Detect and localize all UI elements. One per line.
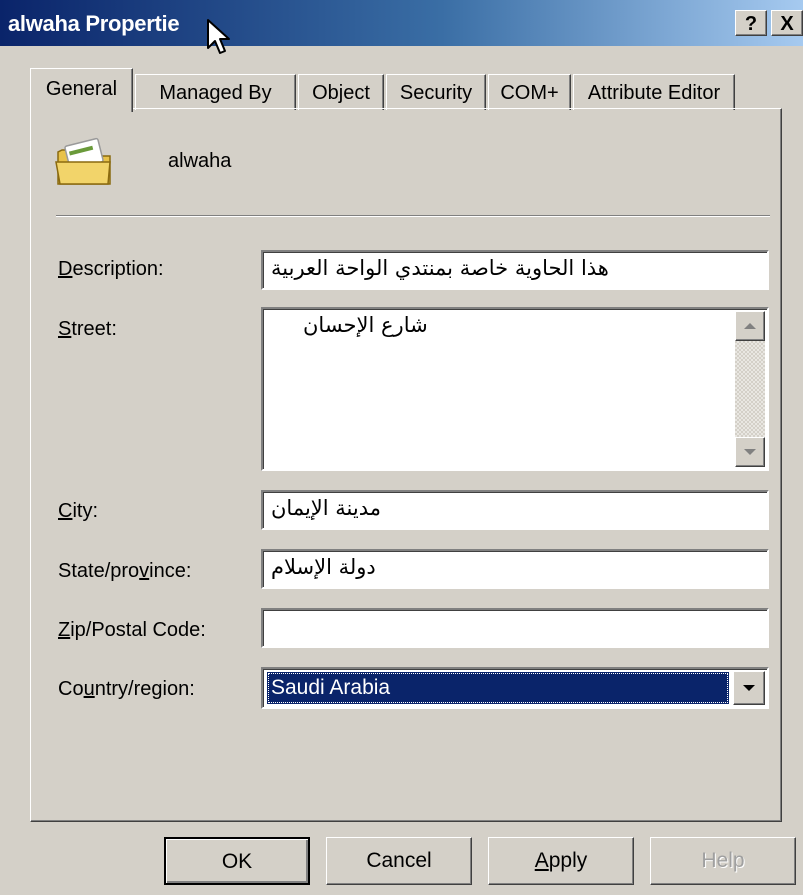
city-label: City: (58, 500, 99, 522)
cancel-button[interactable]: Cancel (326, 837, 472, 885)
country-selected-value: Saudi Arabia (267, 672, 729, 704)
state-province-field[interactable]: دولة الإسلام (261, 549, 769, 589)
street-scrollbar[interactable] (735, 311, 765, 467)
tab-security[interactable]: Security (386, 74, 486, 110)
help-title-button[interactable]: ? (735, 10, 767, 36)
zip-label: Zip/Postal Code: (58, 619, 206, 641)
dropdown-arrow-icon[interactable] (733, 671, 765, 705)
window-title: alwaha Propertie (8, 11, 180, 36)
street-text: شارع الإحسان (303, 313, 428, 337)
street-textarea[interactable]: شارع الإحسان (261, 307, 769, 471)
properties-dialog: alwaha Propertie ? X General Managed By … (0, 0, 803, 895)
country-label: Country/region: (58, 678, 195, 700)
folder-icon (55, 137, 111, 185)
mouse-cursor-icon (207, 19, 230, 54)
help-button[interactable]: Help (650, 837, 796, 885)
ok-button[interactable]: OK (164, 837, 310, 885)
tab-object[interactable]: Object (298, 74, 384, 110)
state-label: State/province: (58, 560, 192, 582)
city-field[interactable]: مدينة الإيمان (261, 490, 769, 530)
title-bar[interactable]: alwaha Propertie ? X (0, 0, 803, 54)
tab-com-plus[interactable]: COM+ (488, 74, 571, 110)
description-field[interactable]: هذا الحاوية خاصة بمنتدي الواحة العربية (261, 250, 769, 290)
zip-postal-code-field[interactable] (261, 608, 769, 648)
tab-managed-by[interactable]: Managed By (135, 74, 296, 110)
scroll-down-icon[interactable] (735, 437, 765, 467)
tab-general[interactable]: General (30, 68, 133, 112)
close-title-button[interactable]: X (771, 10, 803, 36)
country-region-select[interactable]: Saudi Arabia (261, 667, 769, 709)
street-label: Street: (58, 318, 117, 340)
apply-button[interactable]: Apply (488, 837, 634, 885)
header-divider (56, 215, 770, 217)
tab-attribute-editor[interactable]: Attribute Editor (573, 74, 735, 110)
description-label: Description: (58, 258, 164, 280)
scroll-up-icon[interactable] (735, 311, 765, 341)
object-name: alwaha (168, 150, 232, 172)
